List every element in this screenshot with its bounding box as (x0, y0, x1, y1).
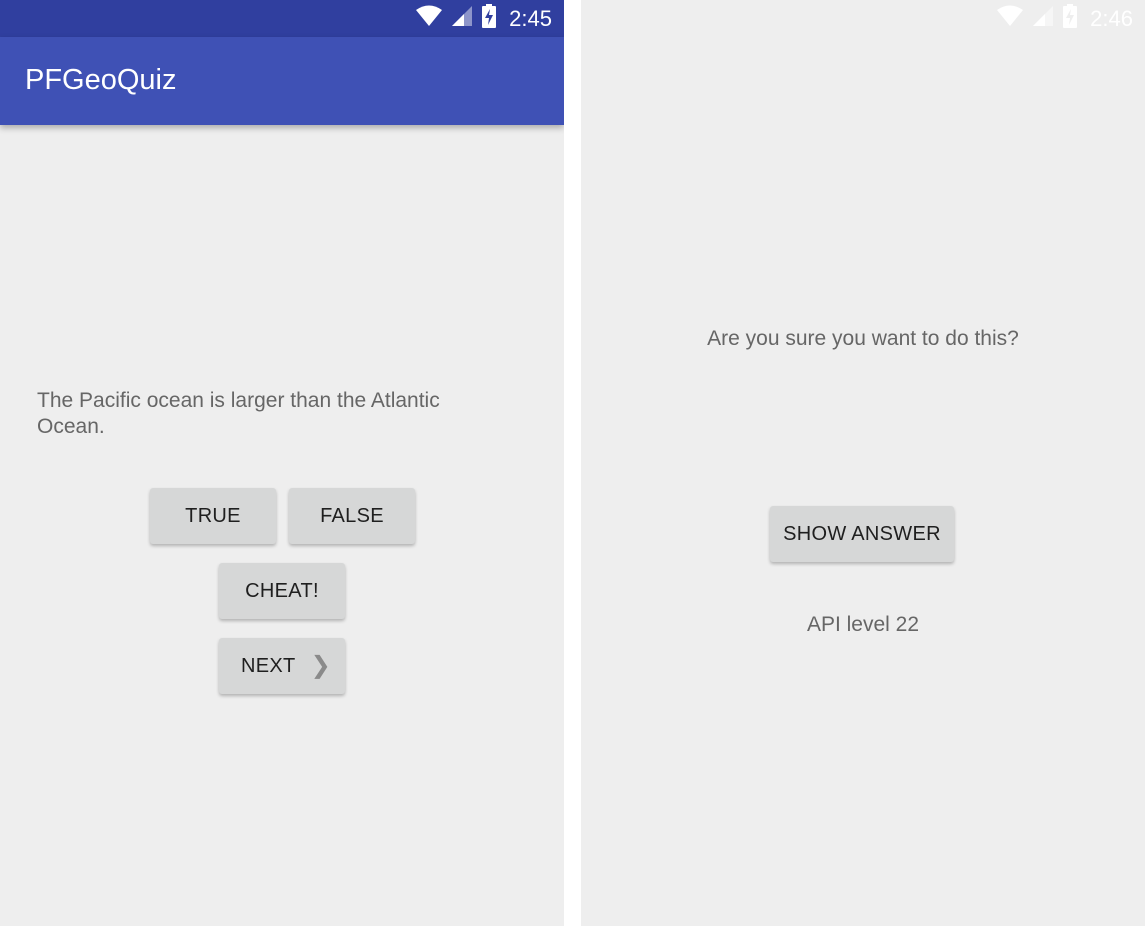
status-icons: 2:45 (415, 0, 552, 37)
cell-signal-icon (451, 5, 473, 32)
false-button-label: FALSE (320, 504, 384, 527)
status-time: 2:45 (509, 5, 552, 31)
api-level-text: API level 22 (806, 613, 920, 636)
next-button-label: NEXT (241, 654, 296, 677)
app-bar: PFGeoQuiz (0, 37, 564, 125)
wifi-icon (415, 5, 443, 32)
show-answer-button[interactable]: SHOW ANSWER (770, 506, 954, 562)
cell-signal-icon (1032, 5, 1054, 32)
confirm-text: Are you sure you want to do this? (707, 327, 1019, 350)
wifi-icon (996, 5, 1024, 32)
status-bar: 2:45 (0, 0, 564, 37)
status-bar: 2:46 (581, 0, 1145, 37)
status-icons: 2:46 (996, 0, 1133, 37)
true-button[interactable]: TRUE (150, 488, 276, 544)
cheat-button-label: CHEAT! (245, 579, 319, 602)
cheat-screen: 2:46 Are you sure you want to do this? S… (581, 0, 1145, 926)
next-button[interactable]: NEXT ❯ (219, 638, 345, 694)
quiz-screen: 2:45 PFGeoQuiz The Pacific ocean is larg… (0, 0, 564, 926)
battery-charging-icon (1062, 4, 1078, 33)
show-answer-button-label: SHOW ANSWER (783, 522, 941, 545)
cheat-button[interactable]: CHEAT! (219, 563, 345, 619)
true-button-label: TRUE (185, 504, 241, 527)
false-button[interactable]: FALSE (289, 488, 415, 544)
app-title: PFGeoQuiz (25, 64, 177, 96)
chevron-right-icon: ❯ (310, 651, 331, 679)
battery-charging-icon (481, 4, 497, 33)
question-text: The Pacific ocean is larger than the Atl… (37, 389, 440, 438)
status-time: 2:46 (1090, 5, 1133, 31)
